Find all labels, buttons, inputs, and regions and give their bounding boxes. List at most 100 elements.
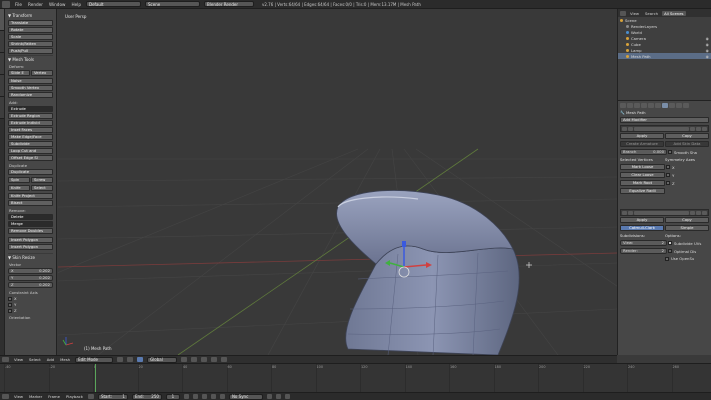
symmetry-x-checkbox[interactable]: X xyxy=(666,164,709,170)
screw-button[interactable]: Screw xyxy=(31,177,53,183)
eye-icon[interactable]: ◉ xyxy=(706,48,709,53)
mark-loose-button[interactable]: Mark Loose xyxy=(620,164,665,170)
tab-options[interactable] xyxy=(0,75,4,97)
timeline-editor[interactable]: -40-200204060801001201401601802002202402… xyxy=(0,363,711,392)
menu-mesh[interactable]: Mesh xyxy=(57,357,73,362)
3d-view-editor-icon[interactable] xyxy=(2,357,9,362)
clear-loose-button[interactable]: Clear Loose xyxy=(620,172,665,178)
smooth-vertex-button[interactable]: Smooth Vertex xyxy=(8,85,53,91)
add-modifier-dropdown[interactable]: Add Modifier xyxy=(620,117,709,123)
view-subdivisions-field[interactable]: View: 2 xyxy=(620,240,667,246)
edge-select-icon[interactable] xyxy=(191,357,198,362)
insert-polygon-button[interactable]: Insert Polygon xyxy=(8,237,53,243)
menu-file[interactable]: File xyxy=(12,2,25,7)
menu-select[interactable]: Select xyxy=(26,357,44,362)
eye-icon[interactable]: ◉ xyxy=(706,36,709,41)
constraint-x-checkbox[interactable]: X xyxy=(8,296,53,301)
object-tab-icon[interactable] xyxy=(648,103,654,108)
tab-grease-pencil[interactable] xyxy=(0,97,4,119)
create-armature-button[interactable]: Create Armature xyxy=(620,141,664,147)
constraints-tab-icon[interactable] xyxy=(655,103,661,108)
world-tab-icon[interactable] xyxy=(641,103,647,108)
scene-selector[interactable]: Scene xyxy=(145,1,200,7)
use-opensubdiv-checkbox[interactable]: Use OpenSu xyxy=(665,256,709,261)
outliner-tab-all-scenes[interactable]: All Scenes xyxy=(662,10,686,16)
info-editor-icon[interactable] xyxy=(2,0,10,8)
translate-button[interactable]: Translate xyxy=(8,20,53,26)
constraint-y-checkbox[interactable]: Y xyxy=(8,302,53,307)
pivot-point-icon[interactable] xyxy=(127,357,134,362)
render-engine-selector[interactable]: Blender Render xyxy=(204,1,254,7)
subdivide-button[interactable]: Subdivide xyxy=(8,141,53,147)
modifiers-tab-icon[interactable] xyxy=(662,103,668,108)
data-tab-icon[interactable] xyxy=(669,103,675,108)
eye-icon[interactable]: ◉ xyxy=(706,54,709,59)
delete-button[interactable]: Delete xyxy=(8,214,53,220)
scene-tab-icon[interactable] xyxy=(634,103,640,108)
transform-panel-header[interactable]: ▼ Transform xyxy=(8,12,53,19)
extrude-individual-button[interactable]: Extrude Individ xyxy=(8,120,53,126)
menu-view[interactable]: View xyxy=(11,357,26,362)
vector-y-field[interactable]: Y 0.202 xyxy=(8,275,53,281)
render-tab-icon[interactable] xyxy=(620,103,626,108)
menu-playback[interactable]: Playback xyxy=(63,394,86,399)
mode-selector[interactable]: Edit Mode xyxy=(75,356,114,363)
material-tab-icon[interactable] xyxy=(676,103,682,108)
slide-vertex-button[interactable]: Vertex xyxy=(31,70,53,76)
subsurf-copy-button[interactable]: Copy xyxy=(665,217,709,223)
tab-create[interactable] xyxy=(0,31,4,53)
record-icon[interactable] xyxy=(87,394,94,399)
transform-orientation-selector[interactable]: Global xyxy=(147,356,178,363)
manipulator-icon[interactable] xyxy=(137,357,144,362)
bisect-button[interactable]: Bisect xyxy=(8,200,53,206)
render-toggle-icon[interactable] xyxy=(696,210,701,215)
3d-viewport[interactable]: User Persp (1) Mesh Path xyxy=(58,9,617,355)
outliner-editor-icon[interactable] xyxy=(620,10,626,16)
noise-button[interactable]: Noise xyxy=(8,78,53,84)
skin-copy-button[interactable]: Copy xyxy=(665,133,709,139)
collapse-icon[interactable] xyxy=(622,210,627,215)
next-keyframe-icon[interactable] xyxy=(210,394,216,399)
tab-shading[interactable] xyxy=(0,53,4,75)
modifier-name-field[interactable] xyxy=(634,210,689,215)
duplicate-button[interactable]: Duplicate xyxy=(8,169,53,175)
outliner-tab-search[interactable]: Search xyxy=(643,11,660,16)
viewport-shading-icon[interactable] xyxy=(117,357,124,362)
menu-help[interactable]: Help xyxy=(68,2,84,7)
timeline-editor-icon[interactable] xyxy=(2,394,9,399)
insert-polygon-button-2[interactable]: Insert Polygon xyxy=(8,244,53,250)
texture-tab-icon[interactable] xyxy=(683,103,689,108)
start-frame-field[interactable]: Start: 1 xyxy=(97,393,128,400)
add-skin-data-button[interactable]: Add Skin Data xyxy=(665,141,709,147)
knife-project-button[interactable]: Knife Project xyxy=(8,193,53,199)
eye-icon[interactable]: ◉ xyxy=(706,42,709,47)
symmetry-y-checkbox[interactable]: Y xyxy=(666,172,709,178)
inset-faces-button[interactable]: Inset Faces xyxy=(8,127,53,133)
outliner-item-mesh-path[interactable]: Mesh Path ◉ xyxy=(618,53,711,59)
scale-button[interactable]: Scale xyxy=(8,34,53,40)
remove-doubles-button[interactable]: Remove Doubles xyxy=(8,228,53,234)
sync-mode-selector[interactable]: No Sync xyxy=(228,393,263,400)
collapse-icon[interactable] xyxy=(622,126,627,131)
menu-frame[interactable]: Frame xyxy=(45,394,63,399)
play-icon[interactable] xyxy=(201,394,207,399)
snap-icon[interactable] xyxy=(221,357,228,362)
optimal-display-checkbox[interactable]: Optimal Dis xyxy=(668,248,709,254)
edit-mode-toggle-icon[interactable] xyxy=(690,126,695,131)
insert-keyframe-icon[interactable] xyxy=(275,394,281,399)
mesh-tools-panel-header[interactable]: ▼ Mesh Tools xyxy=(8,55,53,63)
slide-edge-button[interactable]: Slide E xyxy=(8,70,30,76)
prev-keyframe-icon[interactable] xyxy=(192,394,198,399)
tab-tools[interactable] xyxy=(0,9,4,31)
menu-window[interactable]: Window xyxy=(46,2,69,7)
jump-start-icon[interactable] xyxy=(183,394,189,399)
proportional-edit-icon[interactable] xyxy=(211,357,218,362)
vector-x-field[interactable]: X 0.202 xyxy=(8,268,53,274)
mesh-path-object[interactable] xyxy=(336,190,520,355)
offset-edge-slide-button[interactable]: Offset Edge Sl xyxy=(8,155,53,161)
knife-button[interactable]: Knife xyxy=(8,185,30,191)
catmull-clark-button[interactable]: Catmull-Clark xyxy=(620,225,664,231)
skin-resize-panel-header[interactable]: ▼ Skin Resize xyxy=(8,253,53,261)
vertex-select-icon[interactable] xyxy=(181,357,188,362)
delete-keyframe-icon[interactable] xyxy=(284,394,290,399)
